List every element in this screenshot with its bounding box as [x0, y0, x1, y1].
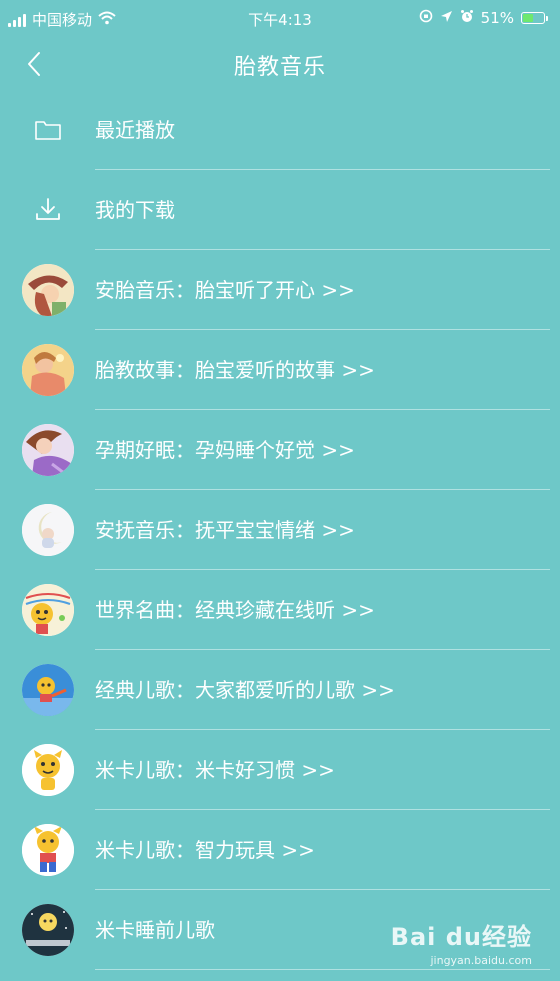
alarm-icon: [460, 9, 474, 27]
downloads-label: 我的下载: [95, 198, 175, 222]
page-title: 胎教音乐: [233, 55, 326, 80]
girl-with-hat-avatar: [22, 264, 74, 316]
category-label: 经典儿歌：大家都爱听的儿歌 >>: [95, 678, 395, 702]
battery-percent: 51%: [480, 9, 514, 27]
mother-avatar: [22, 344, 74, 396]
category-item[interactable]: 米卡儿歌：米卡好习惯 >>: [0, 730, 560, 810]
category-item[interactable]: 安抚音乐：抚平宝宝情绪 >>: [0, 490, 560, 570]
category-label: 米卡儿歌：智力玩具 >>: [95, 838, 315, 862]
watermark-url: jingyan.baidu.com: [430, 954, 532, 967]
divider: [95, 969, 550, 970]
watermark-logo: Bai du经验: [390, 923, 532, 951]
category-label: 孕期好眠：孕妈睡个好觉 >>: [95, 438, 355, 462]
category-label: 米卡睡前儿歌: [95, 918, 215, 942]
category-item[interactable]: 经典儿歌：大家都爱听的儿歌 >>: [0, 650, 560, 730]
download-icon: [22, 184, 74, 236]
recent-play-item[interactable]: 最近播放: [0, 90, 560, 170]
status-bar: 中国移动 下午4:13 51%: [0, 0, 560, 38]
mika-flying-avatar: [22, 664, 74, 716]
category-item[interactable]: 孕期好眠：孕妈睡个好觉 >>: [0, 410, 560, 490]
recent-play-label: 最近播放: [95, 118, 175, 142]
category-label: 安胎音乐：胎宝听了开心 >>: [95, 278, 355, 302]
mika-night-avatar: [22, 904, 74, 956]
mika-toy-avatar: [22, 824, 74, 876]
category-item[interactable]: 米卡儿歌：智力玩具 >>: [0, 810, 560, 890]
baidu-jingyan-watermark: Bai du经验 jingyan.baidu.com: [391, 917, 532, 967]
downloads-item[interactable]: 我的下载: [0, 170, 560, 250]
moon-baby-avatar: [22, 504, 74, 556]
lock-rotation-icon: [419, 9, 433, 27]
battery-icon: [521, 12, 548, 24]
mika-cartoon-avatar: [22, 744, 74, 796]
category-item[interactable]: 世界名曲：经典珍藏在线听 >>: [0, 570, 560, 650]
nav-bar: 胎教音乐: [0, 38, 560, 90]
category-item[interactable]: 安胎音乐：胎宝听了开心 >>: [0, 250, 560, 330]
category-label: 安抚音乐：抚平宝宝情绪 >>: [95, 518, 355, 542]
mika-music-avatar: [22, 584, 74, 636]
folder-icon: [22, 104, 74, 156]
location-icon: [440, 9, 453, 27]
category-label: 米卡儿歌：米卡好习惯 >>: [95, 758, 335, 782]
menu-list: 最近播放 我的下载 安胎音乐：胎宝听了开心 >> 胎教故事：胎宝爱听的故事 >>…: [0, 90, 560, 970]
sleeping-woman-avatar: [22, 424, 74, 476]
status-right: 51%: [419, 9, 548, 27]
category-label: 胎教故事：胎宝爱听的故事 >>: [95, 358, 375, 382]
category-item[interactable]: 胎教故事：胎宝爱听的故事 >>: [0, 330, 560, 410]
category-label: 世界名曲：经典珍藏在线听 >>: [95, 598, 375, 622]
